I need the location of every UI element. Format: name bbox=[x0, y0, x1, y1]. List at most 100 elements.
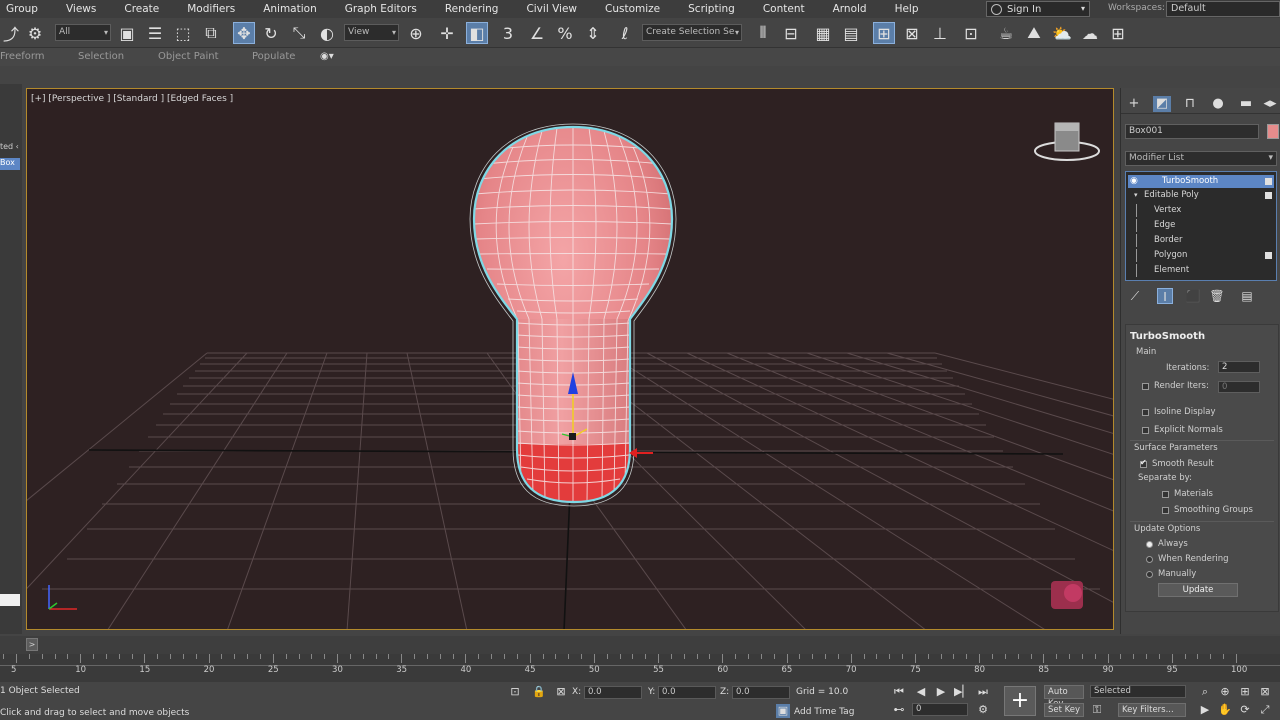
left-strip-item[interactable]: Box bbox=[0, 158, 20, 170]
display-tab-icon[interactable]: ▬ bbox=[1237, 96, 1255, 112]
zoom-extents-all-icon[interactable]: ⊠ bbox=[1258, 685, 1272, 699]
placement-icon[interactable]: ◐ bbox=[316, 22, 338, 44]
zoom-all-icon[interactable]: ⊕ bbox=[1218, 685, 1232, 699]
y-coordinate-field[interactable]: 0.0 bbox=[658, 686, 716, 699]
a360-icon[interactable]: ⊞ bbox=[1107, 22, 1129, 44]
goto-start-icon[interactable]: ⏮ bbox=[892, 685, 906, 699]
perspective-viewport[interactable]: [+] [Perspective ] [Standard ] [Edged Fa… bbox=[26, 88, 1114, 630]
current-frame-field[interactable]: 0 bbox=[912, 703, 968, 716]
time-slider-thumb[interactable]: > bbox=[26, 638, 38, 651]
ribbon-tab-populate[interactable]: Populate bbox=[252, 51, 295, 62]
track-bar[interactable]: 5 10 15 20 25 30 35 40 45 50 55 60 65 70 75 80 85 90 95 100 bbox=[0, 654, 1280, 682]
menu-arnold[interactable]: Arnold bbox=[831, 3, 879, 15]
x-coordinate-field[interactable]: 0.0 bbox=[584, 686, 642, 699]
manually-radio[interactable] bbox=[1146, 571, 1153, 578]
pivot-center-icon[interactable]: ⊕ bbox=[405, 22, 427, 44]
prev-frame-icon[interactable]: ◀ bbox=[914, 685, 928, 699]
reference-coord-dropdown[interactable]: View bbox=[344, 24, 399, 41]
viewport-label[interactable]: [+] [Perspective ] [Standard ] [Edged Fa… bbox=[31, 94, 233, 104]
remove-modifier-icon[interactable]: 🗑 bbox=[1209, 288, 1225, 304]
schematic-view-icon[interactable]: ⊠ bbox=[901, 22, 923, 44]
create-tab-icon[interactable]: + bbox=[1125, 96, 1143, 112]
stack-item-element[interactable]: Element bbox=[1128, 264, 1274, 277]
scale-icon[interactable]: ⤡ bbox=[288, 22, 310, 44]
angle-snap-icon[interactable]: ∠ bbox=[526, 22, 548, 44]
key-filters-button[interactable]: Key Filters... bbox=[1118, 703, 1186, 717]
menu-help[interactable]: Help bbox=[893, 3, 931, 15]
left-strip-swatch[interactable] bbox=[0, 594, 20, 606]
menu-content[interactable]: Content bbox=[761, 3, 817, 15]
utilities-tab-icon[interactable]: ◂▸ bbox=[1261, 96, 1279, 112]
configure-sets-icon[interactable]: ▤ bbox=[1239, 288, 1255, 304]
ribbon-tab-object-paint[interactable]: Object Paint bbox=[158, 51, 219, 62]
stack-item-vertex[interactable]: Vertex bbox=[1128, 204, 1274, 217]
set-key-button[interactable]: Set Key bbox=[1044, 703, 1084, 717]
ribbon-tab-freeform[interactable]: Freeform bbox=[0, 51, 45, 62]
object-color-swatch[interactable] bbox=[1267, 124, 1279, 139]
render-iterative-icon[interactable]: ⛅ bbox=[1051, 22, 1073, 44]
pan-icon[interactable]: ✋ bbox=[1218, 703, 1232, 717]
select-by-name-icon[interactable]: ☰ bbox=[144, 22, 166, 44]
menu-rendering[interactable]: Rendering bbox=[443, 3, 511, 15]
stack-item-turbosmooth[interactable]: ◉ TurboSmooth bbox=[1128, 175, 1274, 188]
goto-end-icon[interactable]: ⏭ bbox=[976, 685, 990, 699]
lock-icon[interactable]: 🔒 bbox=[532, 685, 546, 699]
key-mode-icon[interactable]: ⊷ bbox=[892, 703, 906, 717]
menu-civil-view[interactable]: Civil View bbox=[524, 3, 589, 15]
spinner-snap-icon[interactable]: ⇕ bbox=[582, 22, 604, 44]
layer-explorer-icon[interactable]: ▦ bbox=[812, 22, 834, 44]
update-button[interactable]: Update bbox=[1158, 583, 1238, 597]
menu-graph-editors[interactable]: Graph Editors bbox=[343, 3, 429, 15]
eye-icon[interactable]: ◉ bbox=[1130, 175, 1138, 188]
object-name-field[interactable]: Box001 bbox=[1125, 124, 1259, 139]
percent-snap-icon[interactable]: % bbox=[554, 22, 576, 44]
next-frame-icon[interactable]: ▶▏ bbox=[954, 685, 971, 699]
select-manipulate-icon[interactable]: ✛ bbox=[436, 22, 458, 44]
snap-3d-icon[interactable]: 3 bbox=[497, 22, 519, 44]
isoline-checkbox[interactable] bbox=[1142, 409, 1149, 416]
stack-item-border[interactable]: Border bbox=[1128, 234, 1274, 247]
time-config-icon[interactable]: ⚙ bbox=[976, 703, 990, 717]
isolate-icon[interactable]: ⊡ bbox=[508, 685, 522, 699]
absolute-mode-icon[interactable]: ⊠ bbox=[554, 685, 568, 699]
rect-selection-icon[interactable]: ⬚ bbox=[172, 22, 194, 44]
keyboard-shortcut-icon[interactable]: ◧ bbox=[466, 22, 488, 44]
menu-create[interactable]: Create bbox=[122, 3, 171, 15]
z-coordinate-field[interactable]: 0.0 bbox=[732, 686, 790, 699]
window-crossing-icon[interactable]: ⧉ bbox=[200, 22, 222, 44]
stack-toggle-icon[interactable] bbox=[1265, 192, 1272, 199]
auto-key-button[interactable]: Auto Key bbox=[1044, 685, 1084, 709]
maximize-viewport-icon[interactable]: ⤢ bbox=[1258, 703, 1272, 717]
link-icon[interactable]: ⤴ bbox=[0, 22, 22, 44]
mirror-icon[interactable]: ⫴ bbox=[752, 22, 774, 44]
sign-in-dropdown[interactable]: Sign In ▾ bbox=[986, 1, 1090, 17]
stack-toggle-icon[interactable] bbox=[1265, 178, 1272, 185]
scene-explorer-icon[interactable]: ▤ bbox=[840, 22, 862, 44]
rotate-icon[interactable]: ↻ bbox=[260, 22, 282, 44]
rollout-title[interactable]: TurboSmooth bbox=[1130, 331, 1205, 342]
stack-item-edge[interactable]: Edge bbox=[1128, 219, 1274, 232]
set-key-plus-icon[interactable]: + bbox=[1004, 686, 1036, 716]
materials-checkbox[interactable] bbox=[1162, 491, 1169, 498]
orbit-icon[interactable]: ⟳ bbox=[1238, 703, 1252, 717]
iterations-spinner[interactable]: 2 bbox=[1218, 361, 1260, 373]
stack-item-editable-poly[interactable]: ▾ Editable Poly bbox=[1128, 189, 1274, 202]
named-selection-icon[interactable]: ℓ bbox=[614, 22, 636, 44]
curve-editor-icon[interactable]: ⊞ bbox=[873, 22, 895, 44]
menu-modifiers[interactable]: Modifiers bbox=[185, 3, 247, 15]
triangle-down-icon[interactable]: ▾ bbox=[1134, 189, 1138, 202]
when-rendering-radio[interactable] bbox=[1146, 556, 1153, 563]
key-icon[interactable]: ⚿ bbox=[1090, 703, 1104, 717]
menu-scripting[interactable]: Scripting bbox=[686, 3, 747, 15]
smooth-result-checkbox[interactable] bbox=[1140, 458, 1147, 468]
time-tag-icon[interactable]: ▣ bbox=[776, 704, 790, 718]
ribbon-tab-selection[interactable]: Selection bbox=[78, 51, 124, 62]
bind-space-warp-icon[interactable]: ⚙ bbox=[24, 22, 46, 44]
pin-stack-icon[interactable]: ⟋ bbox=[1127, 288, 1143, 304]
zoom-extents-icon[interactable]: ⊞ bbox=[1238, 685, 1252, 699]
workspaces-dropdown[interactable]: Default bbox=[1166, 1, 1280, 17]
menu-views[interactable]: Views bbox=[64, 3, 108, 15]
ribbon-options-icon[interactable]: ◉▾ bbox=[320, 51, 334, 62]
play-icon[interactable]: ▶ bbox=[934, 685, 948, 699]
add-time-tag-label[interactable]: Add Time Tag bbox=[794, 707, 854, 717]
